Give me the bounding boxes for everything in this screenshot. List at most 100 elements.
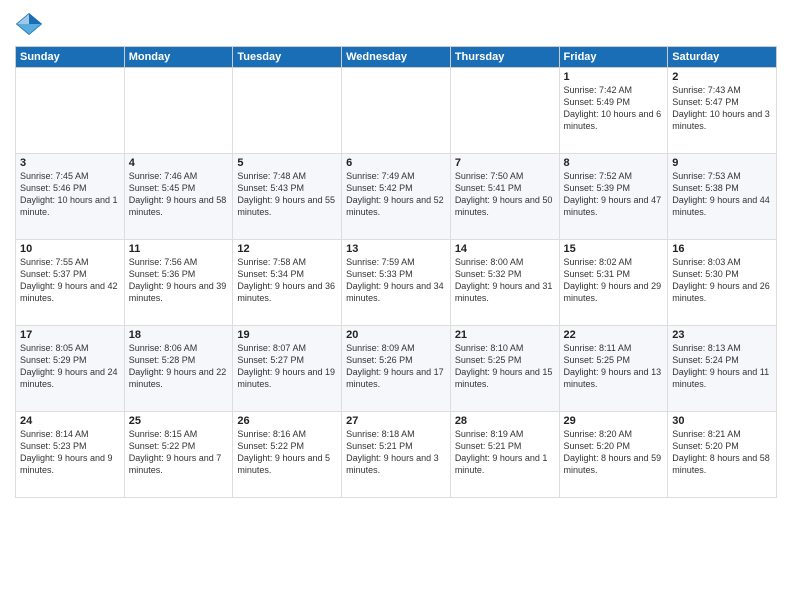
weekday-thursday: Thursday: [450, 47, 559, 68]
day-info: Sunrise: 8:05 AM Sunset: 5:29 PM Dayligh…: [20, 342, 120, 391]
page: SundayMondayTuesdayWednesdayThursdayFrid…: [0, 0, 792, 612]
day-cell: [16, 68, 125, 154]
week-row-3: 10Sunrise: 7:55 AM Sunset: 5:37 PM Dayli…: [16, 240, 777, 326]
day-number: 27: [346, 415, 446, 427]
day-info: Sunrise: 8:06 AM Sunset: 5:28 PM Dayligh…: [129, 342, 229, 391]
day-number: 4: [129, 157, 229, 169]
day-cell: 27Sunrise: 8:18 AM Sunset: 5:21 PM Dayli…: [342, 412, 451, 498]
day-number: 28: [455, 415, 555, 427]
weekday-saturday: Saturday: [668, 47, 777, 68]
day-cell: 9Sunrise: 7:53 AM Sunset: 5:38 PM Daylig…: [668, 154, 777, 240]
day-cell: 10Sunrise: 7:55 AM Sunset: 5:37 PM Dayli…: [16, 240, 125, 326]
day-info: Sunrise: 8:20 AM Sunset: 5:20 PM Dayligh…: [564, 428, 664, 477]
day-info: Sunrise: 7:52 AM Sunset: 5:39 PM Dayligh…: [564, 170, 664, 219]
day-info: Sunrise: 7:59 AM Sunset: 5:33 PM Dayligh…: [346, 256, 446, 305]
day-number: 12: [237, 243, 337, 255]
day-info: Sunrise: 8:09 AM Sunset: 5:26 PM Dayligh…: [346, 342, 446, 391]
day-number: 14: [455, 243, 555, 255]
weekday-wednesday: Wednesday: [342, 47, 451, 68]
day-number: 22: [564, 329, 664, 341]
day-cell: 12Sunrise: 7:58 AM Sunset: 5:34 PM Dayli…: [233, 240, 342, 326]
day-cell: 13Sunrise: 7:59 AM Sunset: 5:33 PM Dayli…: [342, 240, 451, 326]
day-info: Sunrise: 8:16 AM Sunset: 5:22 PM Dayligh…: [237, 428, 337, 477]
day-number: 30: [672, 415, 772, 427]
day-cell: 22Sunrise: 8:11 AM Sunset: 5:25 PM Dayli…: [559, 326, 668, 412]
day-number: 8: [564, 157, 664, 169]
day-info: Sunrise: 8:21 AM Sunset: 5:20 PM Dayligh…: [672, 428, 772, 477]
day-cell: 21Sunrise: 8:10 AM Sunset: 5:25 PM Dayli…: [450, 326, 559, 412]
day-cell: 19Sunrise: 8:07 AM Sunset: 5:27 PM Dayli…: [233, 326, 342, 412]
day-cell: 30Sunrise: 8:21 AM Sunset: 5:20 PM Dayli…: [668, 412, 777, 498]
day-cell: 18Sunrise: 8:06 AM Sunset: 5:28 PM Dayli…: [124, 326, 233, 412]
day-info: Sunrise: 8:00 AM Sunset: 5:32 PM Dayligh…: [455, 256, 555, 305]
day-cell: 7Sunrise: 7:50 AM Sunset: 5:41 PM Daylig…: [450, 154, 559, 240]
day-info: Sunrise: 7:48 AM Sunset: 5:43 PM Dayligh…: [237, 170, 337, 219]
day-info: Sunrise: 7:42 AM Sunset: 5:49 PM Dayligh…: [564, 84, 664, 133]
day-number: 17: [20, 329, 120, 341]
day-cell: 4Sunrise: 7:46 AM Sunset: 5:45 PM Daylig…: [124, 154, 233, 240]
day-number: 25: [129, 415, 229, 427]
day-info: Sunrise: 8:15 AM Sunset: 5:22 PM Dayligh…: [129, 428, 229, 477]
weekday-friday: Friday: [559, 47, 668, 68]
day-number: 13: [346, 243, 446, 255]
day-number: 5: [237, 157, 337, 169]
day-number: 7: [455, 157, 555, 169]
day-cell: 29Sunrise: 8:20 AM Sunset: 5:20 PM Dayli…: [559, 412, 668, 498]
day-number: 16: [672, 243, 772, 255]
day-cell: 1Sunrise: 7:42 AM Sunset: 5:49 PM Daylig…: [559, 68, 668, 154]
day-info: Sunrise: 8:14 AM Sunset: 5:23 PM Dayligh…: [20, 428, 120, 477]
day-number: 2: [672, 71, 772, 83]
day-cell: 25Sunrise: 8:15 AM Sunset: 5:22 PM Dayli…: [124, 412, 233, 498]
day-info: Sunrise: 7:45 AM Sunset: 5:46 PM Dayligh…: [20, 170, 120, 219]
day-number: 6: [346, 157, 446, 169]
day-number: 23: [672, 329, 772, 341]
day-info: Sunrise: 7:50 AM Sunset: 5:41 PM Dayligh…: [455, 170, 555, 219]
day-number: 26: [237, 415, 337, 427]
header: [15, 10, 777, 38]
weekday-tuesday: Tuesday: [233, 47, 342, 68]
day-number: 15: [564, 243, 664, 255]
day-info: Sunrise: 7:43 AM Sunset: 5:47 PM Dayligh…: [672, 84, 772, 133]
day-number: 19: [237, 329, 337, 341]
day-cell: 11Sunrise: 7:56 AM Sunset: 5:36 PM Dayli…: [124, 240, 233, 326]
day-info: Sunrise: 7:53 AM Sunset: 5:38 PM Dayligh…: [672, 170, 772, 219]
day-info: Sunrise: 8:03 AM Sunset: 5:30 PM Dayligh…: [672, 256, 772, 305]
day-info: Sunrise: 7:46 AM Sunset: 5:45 PM Dayligh…: [129, 170, 229, 219]
logo: [15, 10, 47, 38]
day-cell: [233, 68, 342, 154]
day-cell: 24Sunrise: 8:14 AM Sunset: 5:23 PM Dayli…: [16, 412, 125, 498]
day-info: Sunrise: 8:18 AM Sunset: 5:21 PM Dayligh…: [346, 428, 446, 477]
day-number: 11: [129, 243, 229, 255]
day-number: 18: [129, 329, 229, 341]
day-cell: 15Sunrise: 8:02 AM Sunset: 5:31 PM Dayli…: [559, 240, 668, 326]
day-info: Sunrise: 8:10 AM Sunset: 5:25 PM Dayligh…: [455, 342, 555, 391]
day-info: Sunrise: 7:55 AM Sunset: 5:37 PM Dayligh…: [20, 256, 120, 305]
day-number: 29: [564, 415, 664, 427]
day-cell: [124, 68, 233, 154]
day-cell: 5Sunrise: 7:48 AM Sunset: 5:43 PM Daylig…: [233, 154, 342, 240]
week-row-1: 1Sunrise: 7:42 AM Sunset: 5:49 PM Daylig…: [16, 68, 777, 154]
day-info: Sunrise: 7:58 AM Sunset: 5:34 PM Dayligh…: [237, 256, 337, 305]
day-cell: 16Sunrise: 8:03 AM Sunset: 5:30 PM Dayli…: [668, 240, 777, 326]
day-info: Sunrise: 8:07 AM Sunset: 5:27 PM Dayligh…: [237, 342, 337, 391]
day-info: Sunrise: 8:02 AM Sunset: 5:31 PM Dayligh…: [564, 256, 664, 305]
logo-icon: [15, 10, 43, 38]
day-number: 24: [20, 415, 120, 427]
week-row-4: 17Sunrise: 8:05 AM Sunset: 5:29 PM Dayli…: [16, 326, 777, 412]
weekday-monday: Monday: [124, 47, 233, 68]
day-number: 3: [20, 157, 120, 169]
day-cell: 28Sunrise: 8:19 AM Sunset: 5:21 PM Dayli…: [450, 412, 559, 498]
day-info: Sunrise: 8:19 AM Sunset: 5:21 PM Dayligh…: [455, 428, 555, 477]
day-cell: 2Sunrise: 7:43 AM Sunset: 5:47 PM Daylig…: [668, 68, 777, 154]
day-info: Sunrise: 7:49 AM Sunset: 5:42 PM Dayligh…: [346, 170, 446, 219]
calendar: SundayMondayTuesdayWednesdayThursdayFrid…: [15, 46, 777, 498]
day-number: 20: [346, 329, 446, 341]
day-number: 21: [455, 329, 555, 341]
day-cell: 26Sunrise: 8:16 AM Sunset: 5:22 PM Dayli…: [233, 412, 342, 498]
weekday-sunday: Sunday: [16, 47, 125, 68]
day-cell: [450, 68, 559, 154]
day-cell: 14Sunrise: 8:00 AM Sunset: 5:32 PM Dayli…: [450, 240, 559, 326]
day-number: 10: [20, 243, 120, 255]
day-cell: 6Sunrise: 7:49 AM Sunset: 5:42 PM Daylig…: [342, 154, 451, 240]
day-info: Sunrise: 8:11 AM Sunset: 5:25 PM Dayligh…: [564, 342, 664, 391]
